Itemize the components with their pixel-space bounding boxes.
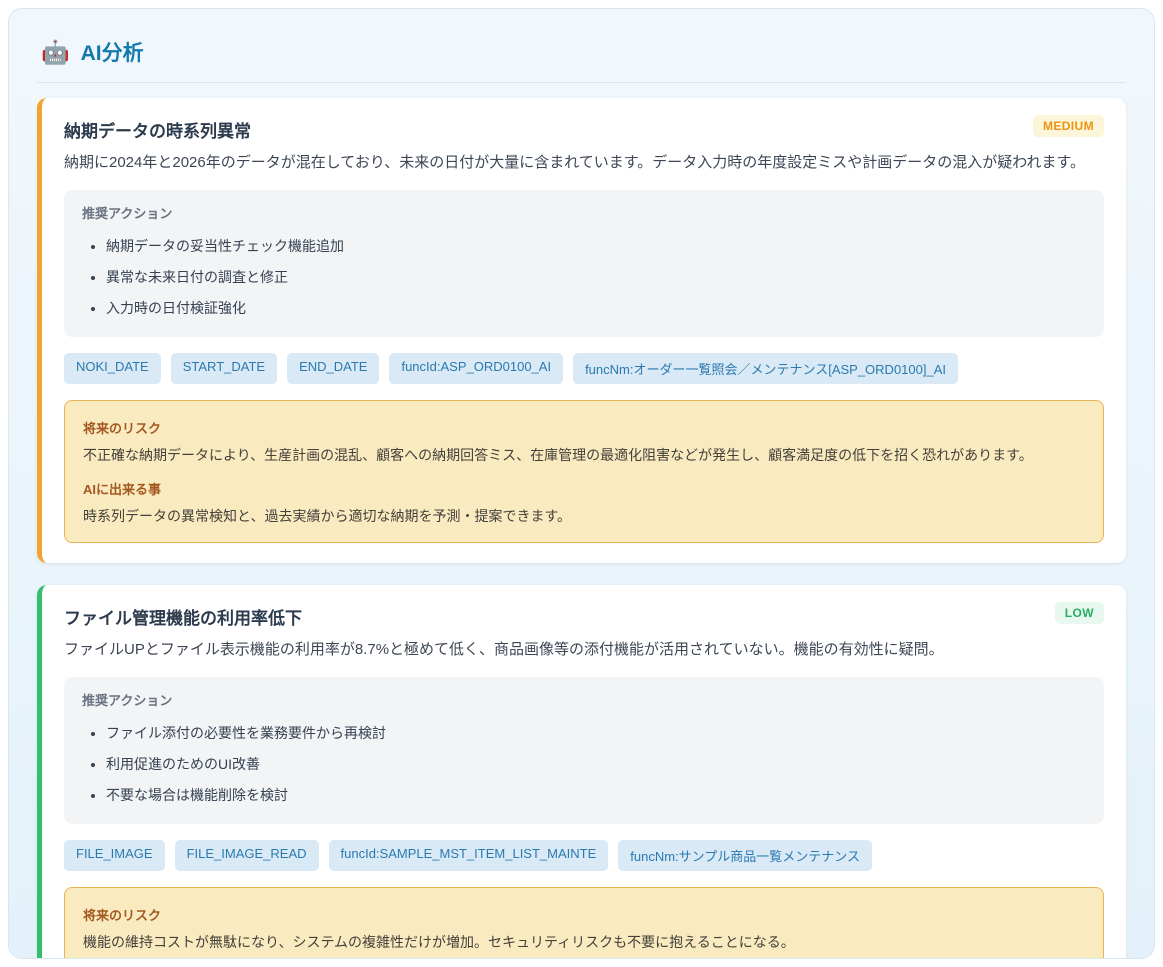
- recommended-actions: 推奨アクション ファイル添付の必要性を業務要件から再検討 利用促進のためのUI改…: [64, 677, 1104, 824]
- tag-chip: funcNm:サンプル商品一覧メンテナンス: [618, 840, 872, 871]
- insight-card-file-usage-decline: ファイル管理機能の利用率低下 LOW ファイルUPとファイル表示機能の利用率が8…: [37, 585, 1126, 959]
- risk-box: 将来のリスク 不正確な納期データにより、生産計画の混乱、顧客への納期回答ミス、在…: [64, 400, 1104, 543]
- recommended-actions-list: ファイル添付の必要性を業務要件から再検討 利用促進のためのUI改善 不要な場合は…: [82, 717, 1086, 810]
- tag-chip: FILE_IMAGE: [64, 840, 165, 871]
- tag-list: NOKI_DATE START_DATE END_DATE funcId:ASP…: [64, 353, 1104, 384]
- tag-chip: NOKI_DATE: [64, 353, 161, 384]
- recommended-actions-label: 推奨アクション: [82, 203, 1086, 222]
- recommended-actions-label: 推奨アクション: [82, 690, 1086, 709]
- tag-chip: START_DATE: [171, 353, 277, 384]
- ai-capability-label: AIに出来る事: [83, 479, 1085, 498]
- ai-capability-text: 時系列データの異常検知と、過去実績から適切な納期を予測・提案できます。: [83, 505, 1085, 527]
- tag-chip: END_DATE: [287, 353, 379, 384]
- future-risk-text: 機能の維持コストが無駄になり、システムの複雑性だけが増加。セキュリティリスクも不…: [83, 931, 1085, 953]
- action-item: 納期データの妥当性チェック機能追加: [106, 230, 1086, 261]
- action-item: 入力時の日付検証強化: [106, 292, 1086, 323]
- future-risk-text: 不正確な納期データにより、生産計画の混乱、顧客への納期回答ミス、在庫管理の最適化…: [83, 444, 1085, 466]
- recommended-actions-list: 納期データの妥当性チェック機能追加 異常な未来日付の調査と修正 入力時の日付検証…: [82, 230, 1086, 323]
- tag-list: FILE_IMAGE FILE_IMAGE_READ funcId:SAMPLE…: [64, 840, 1104, 871]
- card-description: 納期に2024年と2026年のデータが混在しており、未来の日付が大量に含まれてい…: [64, 150, 1104, 176]
- tag-chip: funcId:SAMPLE_MST_ITEM_LIST_MAINTE: [329, 840, 609, 871]
- panel-header: 🤖 AI分析: [37, 33, 1126, 83]
- panel-title: AI分析: [81, 37, 144, 67]
- ai-analysis-panel: 🤖 AI分析 納期データの時系列異常 MEDIUM 納期に2024年と2026年…: [8, 8, 1155, 959]
- card-title: ファイル管理機能の利用率低下: [64, 602, 302, 629]
- card-description: ファイルUPとファイル表示機能の利用率が8.7%と極めて低く、商品画像等の添付機…: [64, 637, 1104, 663]
- card-title: 納期データの時系列異常: [64, 115, 251, 142]
- robot-icon: 🤖: [41, 41, 70, 64]
- severity-badge: MEDIUM: [1033, 115, 1104, 137]
- tag-chip: FILE_IMAGE_READ: [175, 840, 319, 871]
- severity-badge: LOW: [1055, 602, 1104, 624]
- action-item: 異常な未来日付の調査と修正: [106, 261, 1086, 292]
- card-header: 納期データの時系列異常 MEDIUM: [64, 115, 1104, 142]
- card-header: ファイル管理機能の利用率低下 LOW: [64, 602, 1104, 629]
- action-item: 不要な場合は機能削除を検討: [106, 779, 1086, 810]
- action-item: ファイル添付の必要性を業務要件から再検討: [106, 717, 1086, 748]
- tag-chip: funcId:ASP_ORD0100_AI: [389, 353, 563, 384]
- future-risk-label: 将来のリスク: [83, 418, 1085, 437]
- action-item: 利用促進のためのUI改善: [106, 748, 1086, 779]
- tag-chip: funcNm:オーダー一覧照会／メンテナンス[ASP_ORD0100]_AI: [573, 353, 958, 384]
- insight-card-delivery-date-anomaly: 納期データの時系列異常 MEDIUM 納期に2024年と2026年のデータが混在…: [37, 98, 1126, 563]
- future-risk-label: 将来のリスク: [83, 905, 1085, 924]
- recommended-actions: 推奨アクション 納期データの妥当性チェック機能追加 異常な未来日付の調査と修正 …: [64, 190, 1104, 337]
- risk-box: 将来のリスク 機能の維持コストが無駄になり、システムの複雑性だけが増加。セキュリ…: [64, 887, 1104, 959]
